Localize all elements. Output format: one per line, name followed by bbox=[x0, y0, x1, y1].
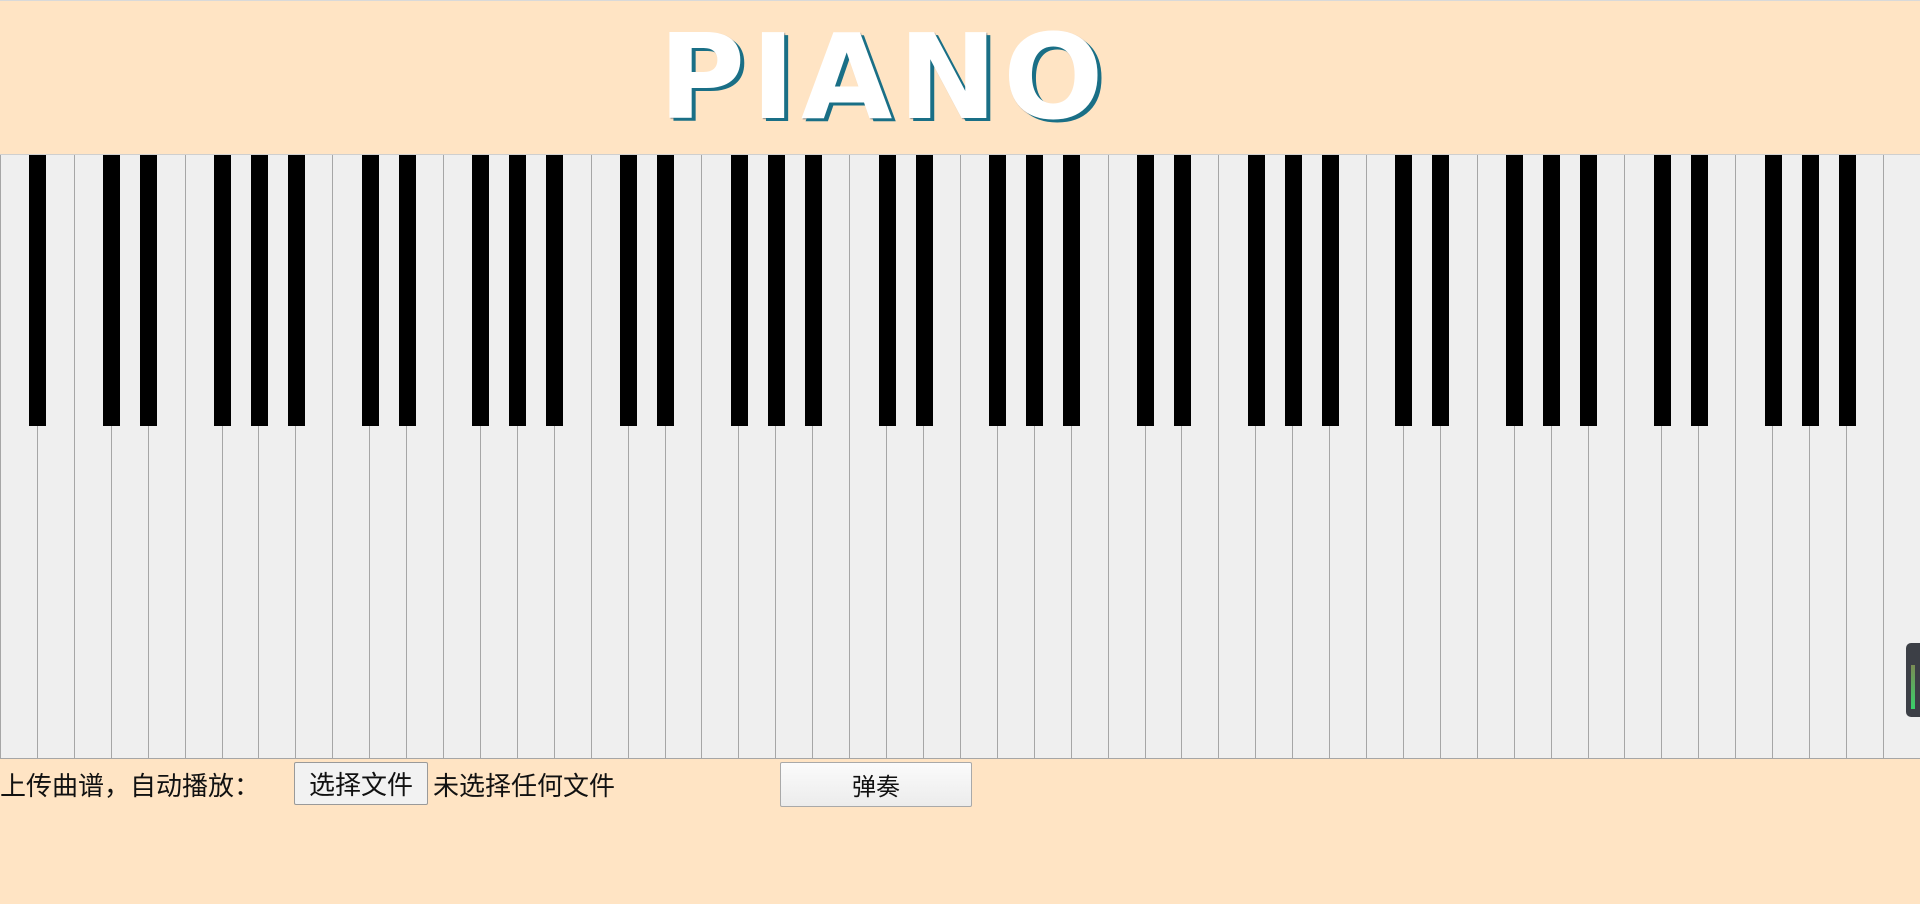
upload-score-label: 上传曲谱，自动播放： bbox=[0, 772, 261, 802]
choose-file-button[interactable]: 选择文件 bbox=[294, 762, 428, 805]
piano-black-key[interactable] bbox=[989, 155, 1007, 426]
piano-black-key[interactable] bbox=[1580, 155, 1598, 426]
volume-level-bar bbox=[1911, 665, 1915, 709]
piano-black-key[interactable] bbox=[878, 155, 896, 426]
volume-meter-icon[interactable] bbox=[1906, 643, 1920, 717]
piano-black-key[interactable] bbox=[1395, 155, 1413, 426]
play-button[interactable]: 弹奏 bbox=[780, 762, 972, 807]
piano-black-key[interactable] bbox=[1432, 155, 1450, 426]
piano-black-key[interactable] bbox=[767, 155, 785, 426]
piano-black-key[interactable] bbox=[472, 155, 490, 426]
piano-black-key[interactable] bbox=[1284, 155, 1302, 426]
playback-controls: 上传曲谱，自动播放： 选择文件 未选择任何文件 弹奏 bbox=[0, 762, 1000, 807]
file-status-text: 未选择任何文件 bbox=[433, 772, 616, 802]
piano-black-key[interactable] bbox=[1690, 155, 1708, 426]
piano-black-key[interactable] bbox=[398, 155, 416, 426]
piano-black-key[interactable] bbox=[1801, 155, 1819, 426]
piano-black-key[interactable] bbox=[509, 155, 527, 426]
piano-black-key[interactable] bbox=[1137, 155, 1155, 426]
piano-black-key[interactable] bbox=[361, 155, 379, 426]
piano-black-key[interactable] bbox=[1247, 155, 1265, 426]
piano-black-key[interactable] bbox=[1543, 155, 1561, 426]
piano-black-key[interactable] bbox=[1764, 155, 1782, 426]
piano-black-key[interactable] bbox=[140, 155, 158, 426]
piano-black-key[interactable] bbox=[103, 155, 121, 426]
piano-black-key[interactable] bbox=[657, 155, 675, 426]
piano-black-key[interactable] bbox=[1173, 155, 1191, 426]
piano-black-key[interactable] bbox=[1321, 155, 1339, 426]
piano-black-key[interactable] bbox=[546, 155, 564, 426]
piano-black-key[interactable] bbox=[1838, 155, 1856, 426]
piano-black-key[interactable] bbox=[29, 155, 47, 426]
piano-black-key[interactable] bbox=[1026, 155, 1044, 426]
piano-black-key[interactable] bbox=[915, 155, 933, 426]
piano-black-key[interactable] bbox=[1063, 155, 1081, 426]
page-title: PIANO bbox=[658, 8, 1110, 146]
piano-black-key[interactable] bbox=[250, 155, 268, 426]
piano-black-key[interactable] bbox=[730, 155, 748, 426]
piano-keyboard bbox=[0, 154, 1920, 759]
piano-black-key[interactable] bbox=[287, 155, 305, 426]
piano-black-key[interactable] bbox=[620, 155, 638, 426]
piano-black-key[interactable] bbox=[214, 155, 232, 426]
piano-black-key[interactable] bbox=[1506, 155, 1524, 426]
piano-black-key[interactable] bbox=[804, 155, 822, 426]
piano-black-key[interactable] bbox=[1653, 155, 1671, 426]
